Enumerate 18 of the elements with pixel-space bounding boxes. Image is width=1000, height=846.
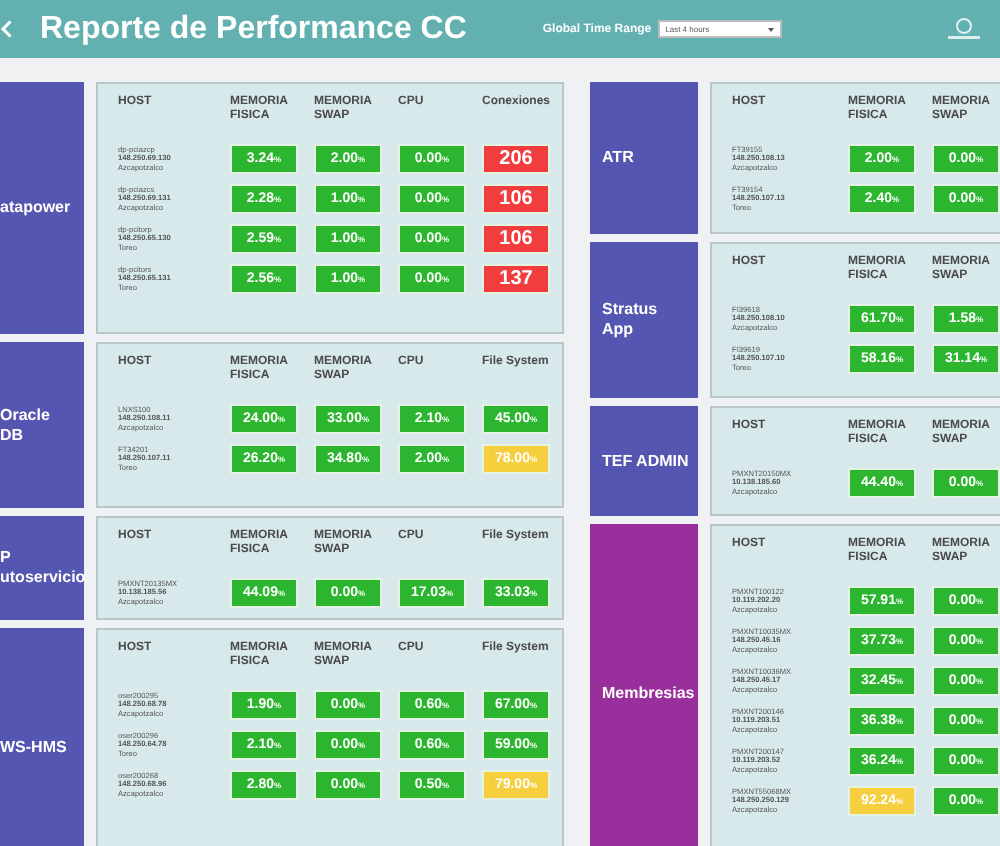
metric-value: 206 [482, 144, 550, 175]
back-icon[interactable] [0, 18, 12, 40]
group-label: DB [0, 425, 26, 445]
group-label: Stratus [602, 300, 660, 320]
group-label: ATR [602, 148, 636, 168]
metric-value: 137 [482, 264, 550, 295]
group-label: TEF ADMIN [602, 451, 691, 471]
group-label: App [602, 320, 636, 340]
metric-value: 106 [482, 184, 550, 215]
group-label: Membresias [602, 684, 697, 704]
metric-value: 106 [482, 224, 550, 255]
group-label: WS-HMS [0, 738, 69, 758]
page-title: Reporte de Performance CC [40, 11, 467, 47]
group-label: atapower [0, 198, 73, 218]
group-label: P [0, 548, 13, 568]
caret-icon [767, 27, 774, 31]
group-label: Oracle [0, 405, 52, 425]
logo-icon [944, 15, 984, 43]
